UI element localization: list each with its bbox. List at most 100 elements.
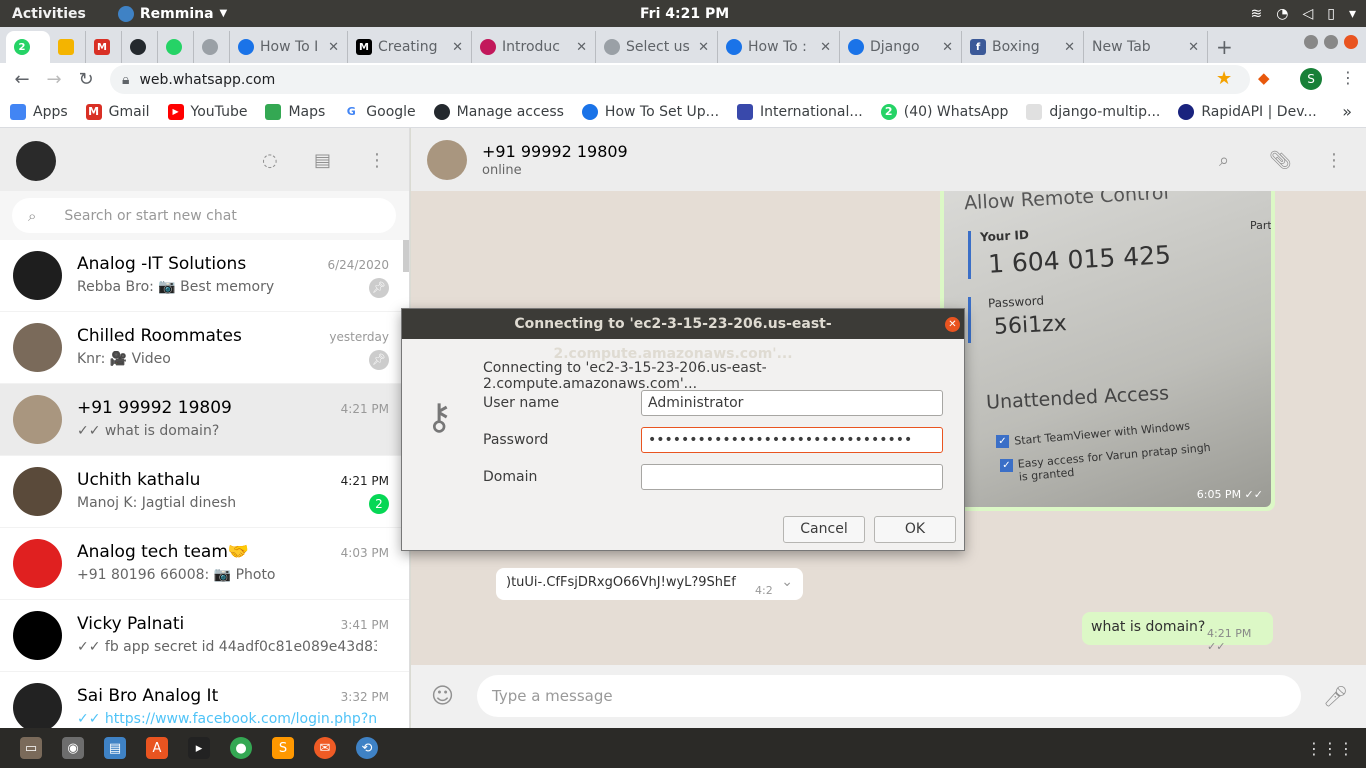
password-field[interactable]: •••••••••••••••••••••••••••••••• <box>641 427 943 453</box>
bookmark-manage-access[interactable]: Manage access <box>433 103 564 120</box>
sublime-icon[interactable]: S <box>272 737 294 759</box>
chat-time: 4:03 PM <box>340 545 389 560</box>
address-bar[interactable]: 🔒︎ web.whatsapp.com <box>110 65 1250 94</box>
minimize-icon[interactable] <box>1304 35 1318 49</box>
tab-strip: 2 M How To I ✕ M Creating ✕ Introduc ✕ Selec… <box>0 27 1366 63</box>
tab-django[interactable]: Django ✕ <box>840 31 962 63</box>
scrollbar[interactable] <box>403 240 409 272</box>
chat-time: 4:21 PM <box>340 401 389 416</box>
close-tab-icon[interactable]: ✕ <box>570 40 587 55</box>
bookmark-apps[interactable]: Apps <box>10 103 68 120</box>
chat-item[interactable]: Vicky Palnati 3:41 PM ✓✓ fb app secret i… <box>0 600 409 672</box>
rapidapi-icon <box>1178 103 1195 120</box>
tab-how-to-1[interactable]: How To I ✕ <box>230 31 348 63</box>
terminal-icon[interactable]: ▸ <box>188 737 210 759</box>
close-tab-icon[interactable]: ✕ <box>1182 40 1199 55</box>
microphone-icon[interactable]: 🎤︎ <box>1323 684 1348 708</box>
status-icon[interactable]: ◌ <box>262 150 278 171</box>
tab-creating[interactable]: M Creating ✕ <box>348 31 472 63</box>
attach-icon[interactable]: 📎︎ <box>1269 150 1292 171</box>
search-input[interactable]: ⌕ Search or start new chat <box>12 198 396 233</box>
close-tab-icon[interactable]: ✕ <box>692 40 709 55</box>
image-message[interactable]: Allow Remote Control Your ID 1 604 015 4… <box>940 191 1275 511</box>
bookmark-rapidapi[interactable]: RapidAPI | Dev... <box>1178 103 1317 120</box>
reload-icon[interactable]: ↻ <box>70 69 102 90</box>
software-icon[interactable]: A <box>146 737 168 759</box>
extension-icon[interactable]: ◆ <box>1258 69 1270 87</box>
ok-button[interactable]: OK <box>874 516 956 543</box>
domain-field[interactable] <box>641 464 943 490</box>
sent-message[interactable]: what is domain? 4:21 PM ✓✓ <box>1082 612 1273 653</box>
tab-select-us[interactable]: Select us ✕ <box>596 31 718 63</box>
app-menu[interactable]: Remmina ▼ <box>117 5 227 22</box>
chat-time: 6/24/2020 <box>327 257 389 272</box>
avatar <box>13 395 62 444</box>
app-grid-icon[interactable]: ⋮⋮⋮ <box>1306 739 1354 758</box>
close-tab-icon[interactable]: ✕ <box>814 40 831 55</box>
postman-icon[interactable]: ✉ <box>314 737 336 759</box>
avatar[interactable] <box>16 141 56 181</box>
bookmark-google[interactable]: G Google <box>343 103 416 120</box>
bookmark-international[interactable]: International... <box>737 103 863 120</box>
sidebar-header: ◌ ▤ ⋮ <box>0 128 409 191</box>
chat-item[interactable]: Analog tech team🤝 4:03 PM +91 80196 6600… <box>0 528 409 600</box>
tab-pinned-2[interactable] <box>50 31 86 63</box>
back-icon[interactable]: ← <box>6 69 38 90</box>
bookmark-youtube[interactable]: ▶ YouTube <box>167 103 247 120</box>
disk-icon[interactable]: ◉ <box>62 737 84 759</box>
tab-how-to-2[interactable]: How To : ✕ <box>718 31 840 63</box>
more-bookmarks-icon[interactable]: » <box>1342 102 1352 121</box>
chat-item[interactable]: Analog -IT Solutions 6/24/2020 Rebba Bro… <box>0 240 409 312</box>
chat-item-selected[interactable]: +91 99992 19809 4:21 PM ✓✓ what is domai… <box>0 384 409 456</box>
chrome-icon[interactable]: ● <box>230 737 252 759</box>
close-tab-icon[interactable]: ✕ <box>322 40 339 55</box>
menu-kebab-icon[interactable]: ⋮ <box>1325 150 1343 171</box>
emoji-icon[interactable]: ☺ <box>431 684 454 709</box>
menu-kebab-icon[interactable]: ⋮ <box>368 150 386 171</box>
digitalocean-icon <box>581 103 598 120</box>
bookmark-whatsapp[interactable]: 2 (40) WhatsApp <box>880 103 1008 120</box>
wifi-icon: ◔ <box>1276 5 1289 22</box>
star-icon[interactable]: ★ <box>1216 68 1232 89</box>
close-window-icon[interactable] <box>1344 35 1358 49</box>
remmina-icon[interactable]: ⟲ <box>356 737 378 759</box>
files-icon[interactable]: ▭ <box>20 737 42 759</box>
cancel-button[interactable]: Cancel <box>783 516 865 543</box>
maximize-icon[interactable] <box>1324 35 1338 49</box>
chat-item[interactable]: Chilled Roommates yesterday Knr: 🎥 Video… <box>0 312 409 384</box>
close-tab-icon[interactable]: ✕ <box>936 40 953 55</box>
search-icon[interactable]: ⌕ <box>1219 150 1229 171</box>
document-icon[interactable]: ▤ <box>104 737 126 759</box>
chat-item[interactable]: Uchith kathalu 4:21 PM Manoj K: Jagtial … <box>0 456 409 528</box>
tab-pinned-5[interactable] <box>158 31 194 63</box>
close-tab-icon[interactable]: ✕ <box>446 40 463 55</box>
tab-boxing[interactable]: f Boxing ✕ <box>962 31 1084 63</box>
close-tab-icon[interactable]: ✕ <box>1058 40 1075 55</box>
activities-button[interactable]: Activities <box>0 6 86 22</box>
received-message[interactable]: )tuUi-.CfFsjDRxgO66VhJ!wyL?9ShEf 4:2 ⌄ <box>496 568 803 600</box>
green-app-icon <box>166 39 182 55</box>
bookmark-gmail[interactable]: M Gmail <box>85 103 150 120</box>
clock[interactable]: Fri 4:21 PM <box>640 6 729 22</box>
tab-new-tab[interactable]: New Tab ✕ <box>1084 31 1208 63</box>
menu-kebab-icon[interactable]: ⋮ <box>1340 68 1356 87</box>
conversation-header[interactable]: +91 99992 19809 online ⌕ 📎︎ ⋮ <box>411 128 1366 191</box>
tab-gmail[interactable]: M <box>86 31 122 63</box>
tab-github[interactable] <box>122 31 158 63</box>
bookmark-how-to-set-up[interactable]: How To Set Up... <box>581 103 719 120</box>
avatar[interactable] <box>427 140 467 180</box>
tab-whatsapp[interactable]: 2 <box>6 31 50 63</box>
tab-pinned-6[interactable] <box>194 31 230 63</box>
forward-icon[interactable]: → <box>38 69 70 90</box>
tab-introduc[interactable]: Introduc ✕ <box>472 31 596 63</box>
bookmark-django-multip[interactable]: django-multip... <box>1026 103 1160 120</box>
profile-avatar[interactable]: S <box>1300 68 1322 90</box>
system-tray[interactable]: ≋ ◔ ◁ ▯ ▾ <box>1251 6 1356 22</box>
chevron-down-icon[interactable]: ⌄ <box>781 574 793 590</box>
bookmark-maps[interactable]: Maps <box>265 103 325 120</box>
new-tab-button[interactable]: + <box>1208 31 1248 63</box>
message-input[interactable]: Type a message <box>477 675 1301 717</box>
username-field[interactable]: Administrator <box>641 390 943 416</box>
close-icon[interactable]: ✕ <box>945 317 960 332</box>
new-chat-icon[interactable]: ▤ <box>314 150 331 171</box>
